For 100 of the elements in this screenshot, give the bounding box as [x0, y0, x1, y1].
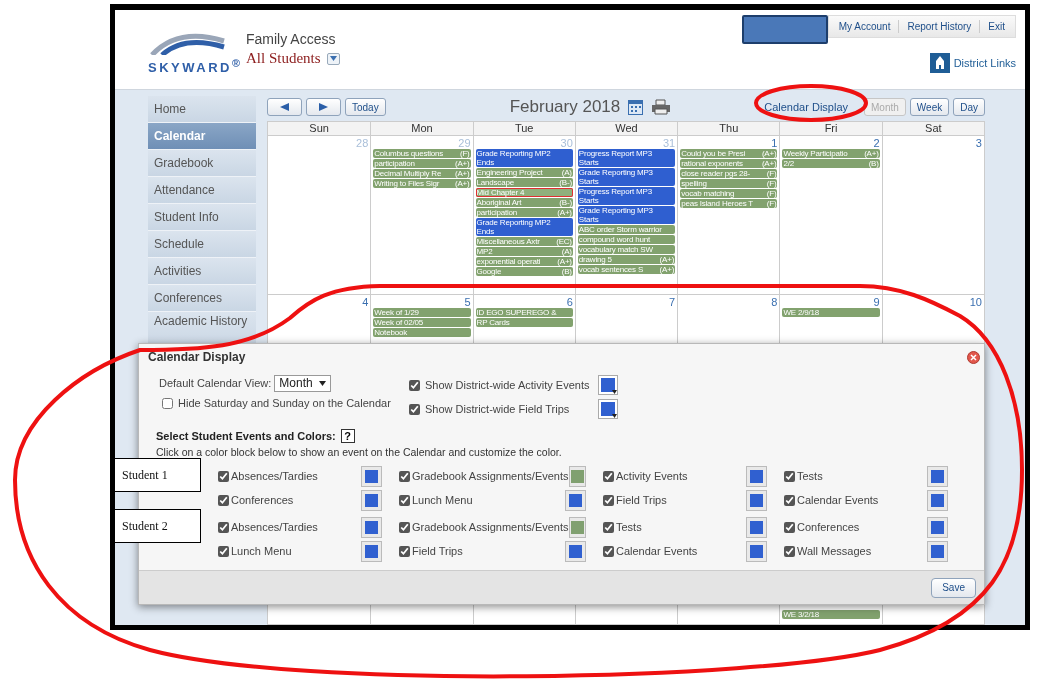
calendar-event[interactable]: Writing to Files Sigr (A+) — [373, 179, 471, 188]
calendar-event[interactable]: RP Cards — [475, 318, 573, 327]
checkbox[interactable] — [784, 545, 795, 557]
calendar-event[interactable]: peas Island Heroes T (F) — [680, 199, 778, 208]
top-link[interactable]: Report History — [898, 20, 980, 33]
calendar-event[interactable]: close reader pgs 28- (F) — [680, 169, 778, 178]
calendar-event[interactable]: WE 3/2/18 — [782, 610, 880, 619]
calendar-event[interactable]: Progress Report MP3 Starts — [577, 149, 676, 167]
checkbox[interactable] — [399, 494, 410, 506]
today-button[interactable]: Today — [345, 98, 386, 116]
checkbox[interactable] — [399, 545, 410, 557]
dropdown-button[interactable] — [326, 52, 340, 65]
printer-icon[interactable] — [651, 99, 672, 115]
calendar-event[interactable]: Columbus questions (F) — [373, 149, 471, 158]
calendar-event[interactable]: Progress Report MP3 Starts — [577, 187, 676, 205]
top-link[interactable]: My Account — [830, 20, 899, 33]
color-block-button[interactable] — [568, 516, 586, 538]
app-title: Family Access — [246, 31, 337, 47]
calendar-event[interactable]: Could you be Presi (A+) — [680, 149, 778, 158]
sidebar-item[interactable]: Schedule — [148, 231, 256, 258]
checkbox-label: Field Trips — [616, 494, 667, 506]
calendar-event[interactable]: Notebook — [373, 328, 471, 337]
calendar-display-link[interactable]: Calendar Display — [764, 101, 848, 113]
checkbox[interactable] — [162, 397, 173, 409]
calendar-event[interactable]: Grade Reporting MP2 Ends — [475, 218, 573, 236]
calendar-icon[interactable] — [628, 99, 644, 115]
calendar-event[interactable]: Grade Reporting MP3 Starts — [577, 168, 676, 186]
checkbox[interactable] — [784, 470, 795, 482]
section-title: Select Student Events and Colors: — [156, 430, 336, 442]
calendar-event[interactable]: vocab matching (F) — [680, 189, 778, 198]
calendar-event[interactable]: participation (A+) — [475, 208, 573, 217]
checkbox-label: Gradebook Assignments/Events — [412, 470, 569, 482]
checkbox[interactable] — [218, 545, 229, 557]
checkbox-label: Activity Events — [616, 470, 688, 482]
calendar-event[interactable]: ID EGO SUPEREGO & — [475, 308, 573, 317]
checkbox[interactable] — [218, 521, 229, 533]
checkbox[interactable] — [409, 403, 420, 415]
save-button[interactable]: Save — [931, 577, 976, 598]
calendar-event[interactable]: rational exponents (A+) — [680, 159, 778, 168]
checkbox[interactable] — [784, 494, 795, 506]
calendar-event[interactable]: 2/2 (B) — [782, 159, 880, 168]
calendar-event[interactable]: compound word hunt — [577, 235, 676, 244]
calendar-event[interactable]: Decimal Multiply Re (A+) — [373, 169, 471, 178]
checkbox[interactable] — [784, 521, 795, 533]
calendar-event[interactable]: vocabulary match SW — [577, 245, 676, 254]
sidebar-item[interactable]: Gradebook — [148, 150, 256, 177]
calendar-event[interactable]: ABC order Storm warrior — [577, 225, 676, 234]
close-icon[interactable] — [967, 350, 980, 364]
student-selector-label: All Students — [246, 50, 321, 67]
calendar-event[interactable]: drawing 5 (A+) — [577, 255, 676, 264]
checkbox-label: Calendar Events — [797, 494, 879, 506]
calendar-event[interactable]: Miscellaneous Axtr (EC) — [475, 237, 573, 246]
checkbox[interactable] — [603, 470, 614, 482]
calendar-event[interactable]: Mid Chapter 4 — [475, 188, 573, 197]
top-link[interactable]: Exit — [979, 20, 1013, 33]
checkbox[interactable] — [409, 379, 420, 391]
sidebar-item[interactable]: Home — [148, 96, 256, 123]
sidebar-item[interactable]: Attendance — [148, 177, 256, 204]
calendar-event[interactable]: Grade Reporting MP2 Ends — [475, 149, 573, 167]
view-button[interactable]: Week — [909, 98, 950, 116]
calendar-event[interactable]: Aboriginal Art (B-) — [475, 198, 573, 207]
checkbox[interactable] — [218, 470, 229, 482]
day-number: 5 — [464, 296, 471, 308]
sidebar-item[interactable]: Calendar — [148, 123, 256, 150]
next-month-button[interactable] — [306, 98, 341, 116]
annotation-callout: Student 2 — [115, 509, 201, 543]
previous-month-button[interactable] — [267, 98, 302, 116]
calendar-event[interactable]: MP2 (A) — [475, 247, 573, 256]
help-button[interactable]: ? — [340, 429, 355, 443]
checkbox[interactable] — [603, 494, 614, 506]
calendar-event[interactable]: Engineering Project (A) — [475, 168, 573, 177]
weekday-header: Fri — [779, 122, 882, 135]
sidebar-item[interactable]: Conferences — [148, 285, 256, 312]
calendar-event[interactable]: participation (A+) — [373, 159, 471, 168]
calendar-event[interactable]: vocab sentences S (A+) — [577, 265, 676, 274]
checkbox[interactable] — [399, 521, 410, 533]
color-block-button[interactable] — [568, 465, 586, 487]
checkbox[interactable] — [399, 470, 410, 482]
district-links-link[interactable]: District Links — [953, 57, 1016, 69]
calendar-event[interactable]: exponential operati (A+) — [475, 257, 573, 266]
checkbox-label: Tests — [616, 521, 642, 533]
checkbox[interactable] — [603, 521, 614, 533]
sidebar-item[interactable]: Student Info — [148, 204, 256, 231]
checkbox[interactable] — [218, 494, 229, 506]
calendar-event[interactable]: Grade Reporting MP3 Starts — [577, 206, 676, 224]
calendar-event[interactable]: Landscape (B-) — [475, 178, 573, 187]
calendar-event[interactable]: Weekly Participatio (A+) — [782, 149, 880, 158]
checkbox-label: Show District-wide Field Trips — [425, 403, 571, 415]
checkbox-label: Gradebook Assignments/Events — [412, 521, 569, 533]
calendar-event[interactable]: Google (B) — [475, 267, 573, 276]
view-button[interactable]: Day — [953, 98, 985, 116]
sidebar-item[interactable]: Activities — [148, 258, 256, 285]
calendar-event[interactable]: WE 2/9/18 — [782, 308, 880, 317]
calendar-event[interactable]: Week of 02/05 — [373, 318, 471, 327]
checkbox[interactable] — [603, 545, 614, 557]
view-select[interactable]: Month — [274, 374, 331, 392]
checkbox-label: Field Trips — [412, 545, 463, 557]
calendar-event[interactable]: Week of 1/29 — [373, 308, 471, 317]
checkbox-label: Hide Saturday and Sunday on the Calendar — [178, 397, 391, 409]
calendar-event[interactable]: spelling (F) — [680, 179, 778, 188]
